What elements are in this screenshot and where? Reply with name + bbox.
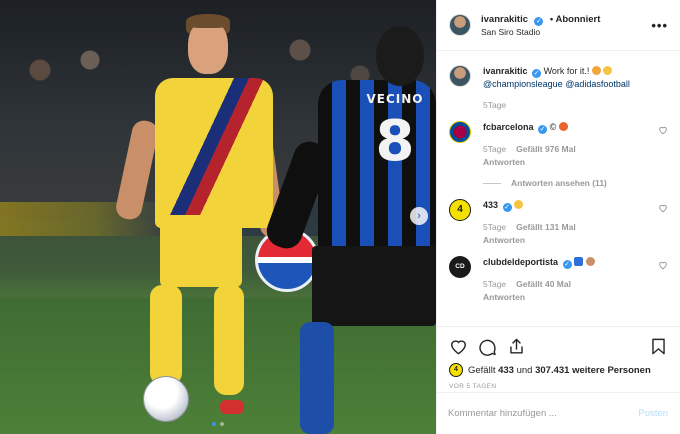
player-one-hair-top: [186, 14, 230, 28]
next-image-button[interactable]: ›: [410, 207, 428, 225]
carousel-dot: [220, 422, 224, 426]
caption-username[interactable]: ivanrakitic: [483, 66, 528, 76]
post-header: ivanrakitic ✓ • Abonniert San Siro Stadi…: [437, 0, 680, 51]
player-one-leg: [214, 285, 244, 395]
mention-link[interactable]: @adidasfootball: [565, 79, 630, 89]
comment-input[interactable]: [448, 408, 639, 419]
location-link[interactable]: San Siro Stadio: [481, 26, 651, 38]
likes-count[interactable]: 307.431 weitere Personen: [535, 365, 651, 376]
comment-time[interactable]: 5Tage: [483, 278, 506, 290]
share-icon[interactable]: [507, 337, 526, 356]
player-one-shirt: [155, 78, 273, 228]
caption-text: Work for it.!: [543, 66, 590, 76]
comment-likes[interactable]: Gefällt 40 Mal: [516, 278, 571, 290]
player-two-head: [376, 26, 424, 86]
post-timestamp[interactable]: VOR 5 TAGEN: [449, 383, 668, 390]
avatar[interactable]: [449, 65, 471, 87]
view-replies-label: Antworten ansehen (11): [511, 178, 607, 188]
player-two-leg: [300, 322, 334, 434]
flexed-biceps-emoji-icon: [603, 66, 613, 75]
follow-status[interactable]: • Abonniert: [550, 14, 600, 25]
reply-button[interactable]: Antworten: [483, 156, 658, 168]
carousel-dot: [212, 422, 216, 426]
verified-badge-icon: ✓: [534, 17, 544, 26]
list-item: fcbarcelona ✓ © 5Tage Gefällt 976 Mal An…: [449, 121, 668, 189]
mention-link[interactable]: @championsleague: [483, 79, 563, 89]
emoji-icon: [558, 122, 568, 131]
comment-username[interactable]: clubdeldeportista: [483, 257, 558, 267]
player-one-boot: [220, 400, 244, 414]
comment-box: Posten: [436, 392, 680, 434]
bookmark-icon[interactable]: [649, 337, 668, 356]
praying-hands-emoji-icon: [591, 66, 601, 75]
chevron-right-icon: ›: [417, 210, 421, 222]
player-one-shorts: [160, 215, 242, 287]
post-comment-button[interactable]: Posten: [638, 408, 668, 419]
caption-time[interactable]: 5Tage: [483, 99, 506, 111]
emoji-icon: [574, 257, 584, 266]
action-bar: [449, 335, 668, 357]
comment-username[interactable]: fcbarcelona: [483, 122, 534, 132]
verified-badge-icon: ✓: [532, 69, 542, 78]
avatar: 4: [449, 363, 463, 377]
jersey-number: 8: [375, 109, 415, 174]
player-one-leg: [150, 285, 182, 385]
comment-time[interactable]: 5Tage: [483, 143, 506, 155]
reply-button[interactable]: Antworten: [483, 234, 658, 246]
like-comment-heart-icon[interactable]: [658, 260, 668, 270]
avatar[interactable]: CD: [449, 256, 471, 278]
clapping-hands-emoji-icon: [585, 257, 595, 266]
verified-badge-icon: ✓: [538, 125, 548, 134]
verified-badge-icon: ✓: [502, 203, 512, 212]
carousel-dots: [0, 422, 436, 426]
likes-prefix: Gefällt: [468, 364, 496, 376]
like-heart-icon[interactable]: [449, 337, 468, 356]
football: [143, 376, 189, 422]
like-comment-heart-icon[interactable]: [658, 125, 668, 135]
likes-summary[interactable]: 4 Gefällt 433 und 307.431 weitere Person…: [449, 363, 668, 377]
comment-time[interactable]: 5Tage: [483, 221, 506, 233]
more-options-icon[interactable]: •••: [651, 18, 668, 33]
header-meta: ivanrakitic ✓ • Abonniert San Siro Stadi…: [481, 12, 651, 38]
player-one-head: [188, 20, 228, 74]
avatar[interactable]: 4: [449, 199, 471, 221]
reply-button[interactable]: Antworten: [483, 291, 658, 303]
comments-list: ivanrakitic ✓ Work for it.! @championsle…: [437, 51, 680, 326]
list-item: CD clubdeldeportista ✓ 5Tage Gefällt 40 …: [449, 256, 668, 303]
like-comment-heart-icon[interactable]: [658, 203, 668, 213]
avatar[interactable]: [449, 121, 471, 143]
post-side-panel: ivanrakitic ✓ • Abonniert San Siro Stadi…: [436, 0, 680, 434]
caption: ivanrakitic ✓ Work for it.! @championsle…: [449, 65, 668, 111]
comment-likes[interactable]: Gefällt 131 Mal: [516, 221, 576, 233]
player-two-shorts: [312, 246, 436, 326]
comment-username[interactable]: 433: [483, 200, 498, 210]
avatar[interactable]: [449, 14, 471, 36]
verified-badge-icon: ✓: [562, 260, 572, 269]
instagram-post: VECINO 8 › ivanrakitic ✓ • Abonniert San…: [0, 0, 680, 434]
comment-likes[interactable]: Gefällt 976 Mal: [516, 143, 576, 155]
view-replies-button[interactable]: Antworten ansehen (11): [483, 177, 658, 189]
header-username[interactable]: ivanrakitic: [481, 14, 528, 25]
divider: [483, 182, 501, 184]
likes-middle: und: [516, 364, 533, 376]
post-photo[interactable]: VECINO 8 ›: [0, 0, 436, 434]
likes-user[interactable]: 433: [498, 365, 514, 376]
comment-bubble-icon[interactable]: [478, 337, 497, 356]
flexed-biceps-emoji-icon: [514, 200, 524, 209]
comment-text: ©: [549, 122, 557, 132]
list-item: 4 433 ✓ 5Tage Gefällt 131 Mal Antworten: [449, 199, 668, 246]
jersey-name: VECINO: [366, 92, 424, 106]
